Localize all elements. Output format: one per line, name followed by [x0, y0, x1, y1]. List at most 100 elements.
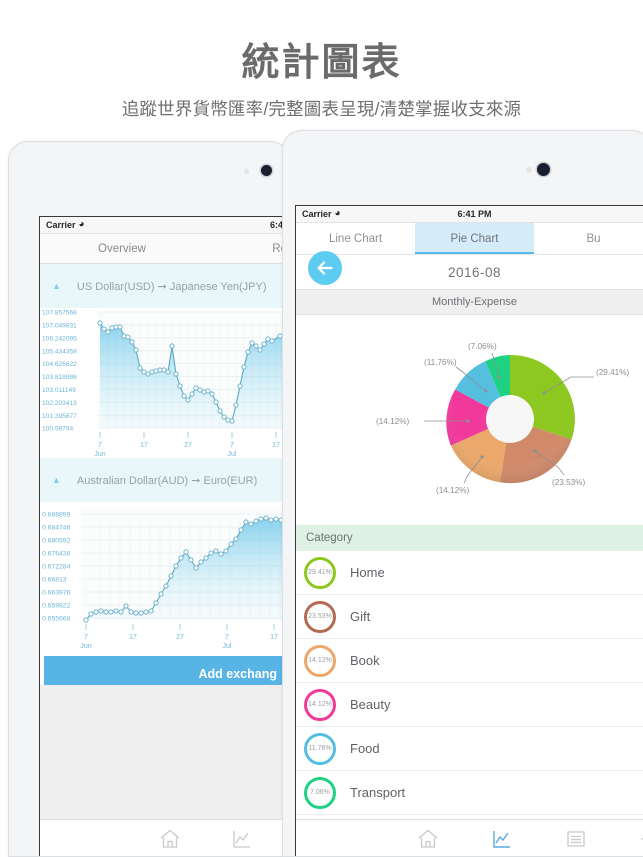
svg-text:Jul: Jul: [223, 643, 232, 650]
svg-text:Jun: Jun: [94, 451, 105, 458]
left-segment-bar: Overview Re: [40, 234, 289, 264]
svg-text:107.857568: 107.857568: [42, 310, 77, 317]
pie-label-book: (14.12%): [436, 486, 469, 495]
svg-text:101.395677: 101.395677: [42, 413, 77, 420]
list-item[interactable]: 23.53% Gift: [296, 595, 643, 639]
svg-text:105.434358: 105.434358: [42, 348, 77, 355]
svg-text:7: 7: [225, 634, 229, 641]
svg-text:0.672284: 0.672284: [42, 564, 71, 571]
list-item[interactable]: 14.12% Book: [296, 639, 643, 683]
chart-icon[interactable]: [490, 827, 514, 851]
tab-line-chart[interactable]: Line Chart: [296, 223, 415, 254]
tab-bubble-chart[interactable]: Bu: [534, 223, 643, 254]
category-label-food: Food: [350, 741, 380, 756]
svg-text:27: 27: [176, 634, 184, 641]
pie-chart-svg: (29.41%) (23.53%) (14.12%) (14.12%) (11.…: [376, 342, 629, 495]
svg-text:102.203413: 102.203413: [42, 400, 77, 407]
chart-usd-jpy: 107.857568 107.049831 106.242095 105.434…: [40, 308, 289, 458]
svg-text:7: 7: [230, 442, 234, 449]
category-label-transport: Transport: [350, 785, 406, 800]
pie-label-food: (11.76%): [424, 358, 457, 367]
svg-text:0.663976: 0.663976: [42, 590, 71, 597]
right-app-screen: Carrier ◕ 6:41 PM Line Chart Pie Chart B…: [295, 205, 643, 856]
pie-label-beauty: (14.12%): [376, 417, 409, 426]
svg-text:Jul: Jul: [228, 451, 237, 458]
left-empty-area: [40, 685, 289, 819]
left-status-bar: Carrier ◕ 6:4: [40, 217, 289, 234]
pie-label-transport: (7.06%): [468, 342, 497, 351]
month-selector-row: 2016-08: [296, 251, 643, 289]
right-tablet-device: Carrier ◕ 6:41 PM Line Chart Pie Chart B…: [282, 130, 643, 857]
chart-usd-jpy-ytick-labels: 107.857568 107.049831 106.242095 105.434…: [42, 310, 77, 433]
chart-type-tabstrip: Line Chart Pie Chart Bu: [296, 223, 643, 255]
svg-text:0.676438: 0.676438: [42, 551, 71, 558]
svg-text:104.626622: 104.626622: [42, 361, 77, 368]
percent-ring-transport: 7.06%: [304, 776, 336, 809]
percent-ring-beauty: 14.12%: [304, 688, 336, 721]
pie-label-home: (29.41%): [596, 368, 629, 377]
percent-ring-book: 14.12%: [304, 644, 336, 677]
page-title: 統計圖表: [241, 42, 402, 84]
pie-chart-area: (29.41%) (23.53%) (14.12%) (14.12%) (11.…: [296, 315, 643, 525]
gear-icon[interactable]: [638, 827, 643, 851]
svg-text:107.049831: 107.049831: [42, 323, 77, 330]
svg-text:17: 17: [272, 442, 280, 449]
svg-text:0.66813: 0.66813: [42, 577, 67, 584]
front-camera-icon: [537, 163, 550, 176]
chart-usd-jpy-svg: 107.857568 107.049831 106.242095 105.434…: [42, 310, 289, 458]
chart-aud-eur-xtick-labels: 7 17 27 7 17 Jun Jul: [80, 634, 278, 650]
chart-usd-jpy-xtick-labels: 7 17 27 7 17 Jun Jul: [94, 442, 280, 458]
svg-text:100.58794: 100.58794: [42, 426, 74, 433]
tab-overview[interactable]: Overview: [98, 243, 146, 255]
back-arrow-icon[interactable]: [308, 251, 342, 285]
svg-text:103.818886: 103.818886: [42, 374, 77, 381]
list-item[interactable]: 11.76% Food: [296, 727, 643, 771]
svg-text:7: 7: [84, 634, 88, 641]
left-carrier-label: Carrier: [46, 220, 76, 230]
percent-ring-gift: 23.53%: [304, 600, 336, 633]
svg-text:103.011149: 103.011149: [42, 387, 76, 394]
svg-text:7: 7: [98, 442, 102, 449]
section-header-usd-jpy[interactable]: ▲ US Dollar(USD) ➞ Japanese Yen(JPY): [40, 264, 289, 308]
chart-title-header: Monthly-Expense: [296, 289, 643, 315]
page-subtitle: 追蹤世界貨幣匯率/完整圖表呈現/清楚掌握收支來源: [121, 99, 522, 119]
category-label-gift: Gift: [350, 609, 371, 624]
left-carrier-group: Carrier ◕: [46, 219, 85, 231]
chart-aud-eur: 0.688899 0.684746 0.680592 0.676438 0.67…: [40, 502, 289, 650]
category-label-beauty: Beauty: [350, 697, 391, 712]
ambient-sensor-icon: [526, 167, 532, 173]
ambient-sensor-icon: [244, 169, 249, 174]
promo-header: 統計圖表 追蹤世界貨幣匯率/完整圖表呈現/清楚掌握收支來源: [0, 0, 643, 121]
svg-text:0.680592: 0.680592: [42, 538, 71, 545]
pie-label-gift: (23.53%): [552, 478, 585, 487]
current-month-label[interactable]: 2016-08: [448, 265, 501, 280]
svg-text:106.242095: 106.242095: [42, 335, 77, 342]
list-item[interactable]: 14.12% Beauty: [296, 683, 643, 727]
category-label-home: Home: [350, 565, 385, 580]
wifi-icon: ◕: [78, 219, 85, 230]
svg-text:17: 17: [129, 634, 137, 641]
category-label-book: Book: [350, 653, 380, 668]
right-status-time: 6:41 PM: [457, 209, 492, 219]
left-tablet-device: Carrier ◕ 6:4 Overview Re ▲ US Dollar(US…: [8, 141, 290, 857]
screenshot-root: 統計圖表 追蹤世界貨幣匯率/完整圖表呈現/清楚掌握收支來源 Carrier ◕ …: [0, 0, 643, 857]
list-item[interactable]: 7.06% Transport: [296, 771, 643, 815]
list-item[interactable]: 29.41% Home: [296, 551, 643, 595]
chevron-up-icon[interactable]: ▲: [52, 281, 61, 291]
percent-ring-home: 29.41%: [304, 556, 336, 589]
home-icon[interactable]: [416, 827, 440, 851]
section-title-usd-jpy: US Dollar(USD) ➞ Japanese Yen(JPY): [76, 280, 267, 293]
list-icon[interactable]: [564, 827, 588, 851]
chart-aud-eur-svg: 0.688899 0.684746 0.680592 0.676438 0.67…: [42, 508, 289, 650]
section-header-aud-eur[interactable]: ▲ Australian Dollar(AUD) ➞ Euro(EUR): [40, 458, 289, 502]
svg-text:Jun: Jun: [80, 643, 91, 650]
home-icon[interactable]: [158, 827, 182, 851]
percent-ring-food: 11.76%: [304, 732, 336, 765]
tab-pie-chart[interactable]: Pie Chart: [415, 223, 534, 254]
svg-text:0.655668: 0.655668: [42, 616, 71, 623]
category-header: Category: [296, 525, 643, 551]
chevron-up-icon[interactable]: ▲: [52, 475, 61, 485]
chart-aud-eur-ytick-labels: 0.688899 0.684746 0.680592 0.676438 0.67…: [42, 512, 71, 623]
chart-icon[interactable]: [230, 827, 254, 851]
section-title-aud-eur: Australian Dollar(AUD) ➞ Euro(EUR): [76, 474, 258, 487]
